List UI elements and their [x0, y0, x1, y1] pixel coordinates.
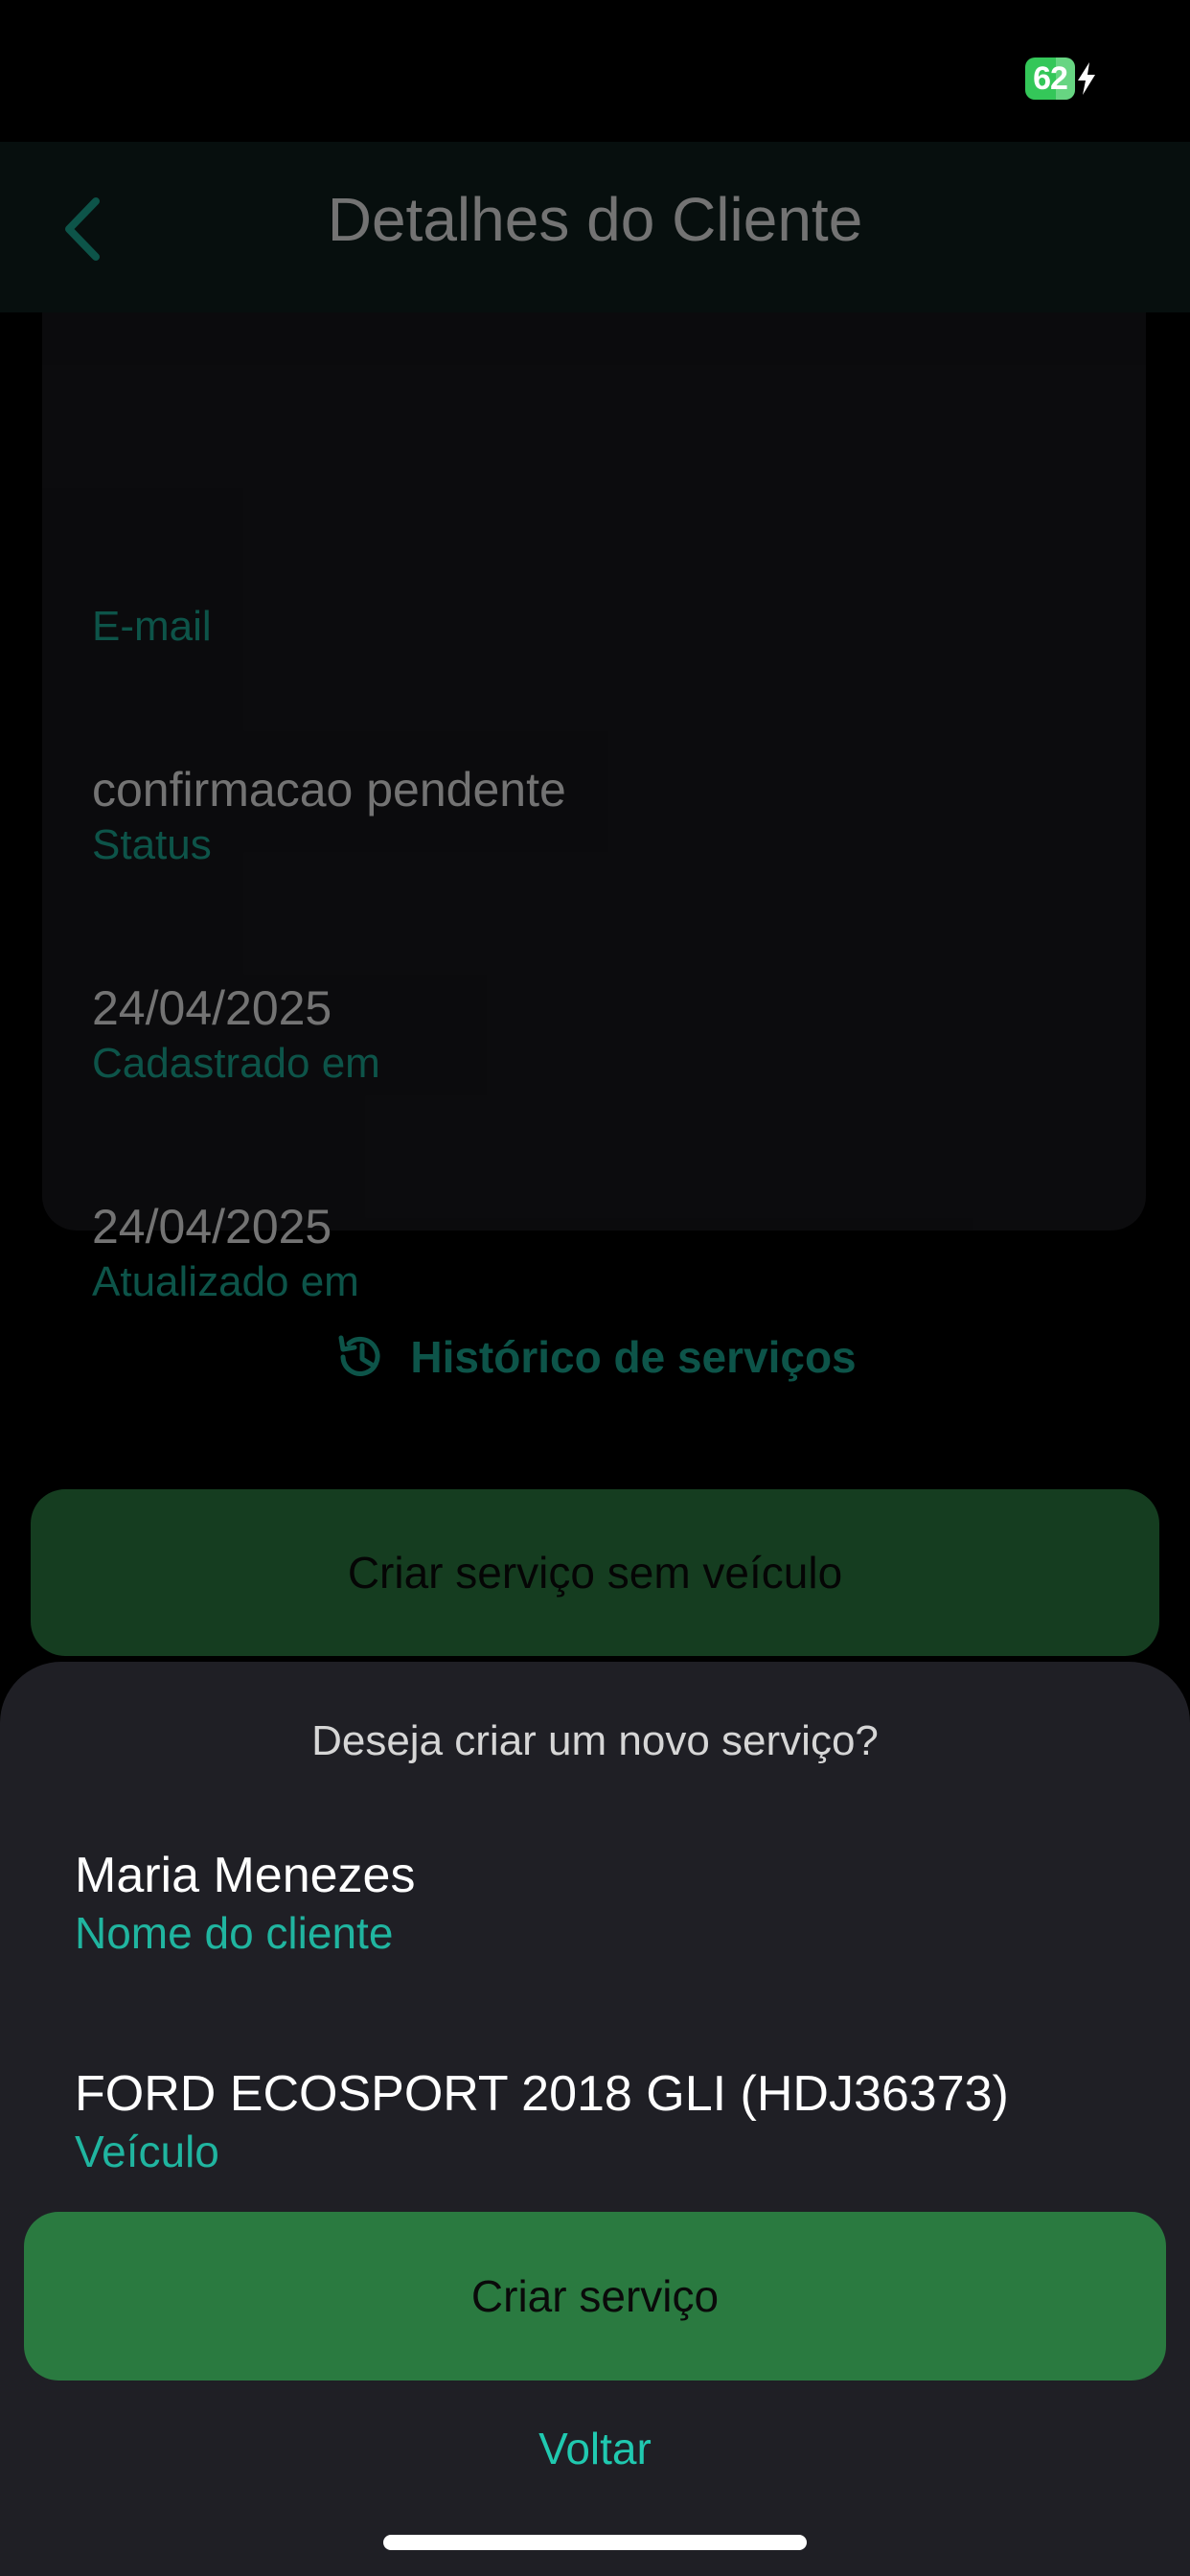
client-name-value: Maria Menezes: [75, 1848, 416, 1903]
email-label: E-mail: [92, 603, 212, 650]
info-row-created: 24/04/2025 Cadastrado em: [92, 979, 380, 1091]
battery-level: 62: [1025, 58, 1075, 100]
created-label: Cadastrado em: [92, 1040, 380, 1087]
history-label: Histórico de serviços: [410, 1332, 857, 1382]
status-value: confirmacao pendente: [92, 763, 566, 816]
created-value: 24/04/2025: [92, 981, 332, 1035]
screen: 62 Detalhes do Cliente E-mail confirmaca…: [0, 0, 1190, 2576]
updated-label: Atualizado em: [92, 1258, 359, 1305]
status-bar: 62: [0, 0, 1190, 142]
create-service-without-vehicle-button[interactable]: Criar serviço sem veículo: [31, 1489, 1159, 1656]
vehicle-value: FORD ECOSPORT 2018 GLI (HDJ36373): [75, 2066, 1009, 2122]
create-service-sheet: Deseja criar um novo serviço? Maria Mene…: [0, 1662, 1190, 2576]
client-name-label: Nome do cliente: [75, 1908, 394, 1958]
info-row-email: E-mail: [92, 600, 212, 654]
info-row-status: confirmacao pendente Status: [92, 761, 566, 872]
charging-bolt-icon: [1078, 62, 1095, 95]
battery-indicator: 62: [1025, 58, 1098, 100]
app-header: Detalhes do Cliente: [0, 142, 1190, 312]
vehicle-label: Veículo: [75, 2127, 219, 2176]
client-info-card: E-mail confirmacao pendente Status 24/04…: [42, 312, 1146, 1305]
sheet-title: Deseja criar um novo serviço?: [311, 1717, 879, 1764]
home-indicator: [383, 2535, 807, 2550]
back-link-button[interactable]: Voltar: [0, 2423, 1190, 2474]
sheet-row-client: Maria Menezes Nome do cliente: [75, 1846, 415, 1961]
info-row-updated: 24/04/2025 Atualizado em: [92, 1198, 359, 1309]
history-link[interactable]: Histórico de serviços: [0, 1330, 1190, 1384]
page-title: Detalhes do Cliente: [327, 185, 863, 254]
create-service-button[interactable]: Criar serviço: [24, 2212, 1166, 2380]
sheet-row-vehicle: FORD ECOSPORT 2018 GLI (HDJ36373) Veícul…: [75, 2064, 1009, 2179]
updated-value: 24/04/2025: [92, 1200, 332, 1254]
history-icon: [338, 1335, 380, 1376]
status-label: Status: [92, 821, 212, 868]
